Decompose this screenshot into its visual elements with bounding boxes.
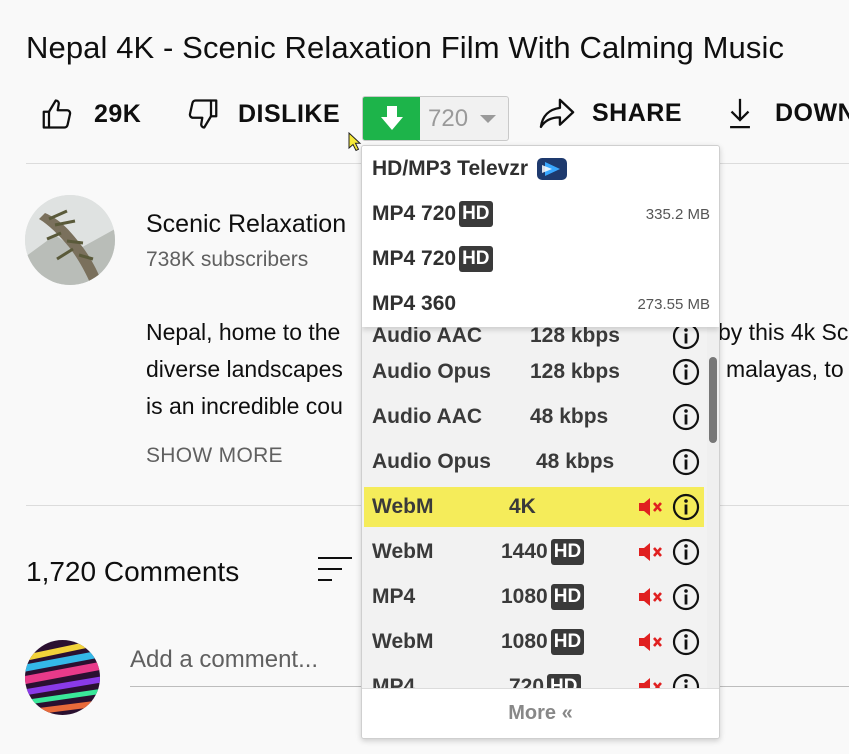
- format-name: WebM: [372, 540, 434, 563]
- channel-avatar[interactable]: [25, 195, 115, 285]
- format-quality: 128 kbps: [530, 324, 620, 347]
- option-label: MP4 360: [372, 292, 457, 315]
- download-dropdown: Audio AAC 128 kbps Audio Opus 128 kbps A…: [361, 145, 720, 739]
- caret-down-icon: [480, 114, 497, 123]
- muted-speaker-icon: [639, 498, 662, 516]
- show-more-button[interactable]: SHOW MORE: [146, 444, 283, 468]
- format-name: MP4: [372, 585, 416, 608]
- format-quality: 48 kbps: [536, 450, 615, 473]
- sort-icon[interactable]: [316, 552, 356, 586]
- description-text: is an incredible cou: [146, 393, 343, 419]
- colorful-streaks-image: [25, 640, 100, 715]
- televzr-option[interactable]: HD/MP3 Televzr: [372, 149, 710, 189]
- format-quality: 48 kbps: [530, 405, 609, 428]
- format-option[interactable]: Audio AAC 48 kbps: [364, 397, 704, 437]
- subscriber-count: 738K subscribers: [146, 248, 309, 271]
- format-list: Audio AAC 128 kbps Audio Opus 128 kbps A…: [362, 316, 707, 688]
- format-name: Audio Opus: [372, 360, 491, 383]
- thumbs-down-icon: [188, 99, 218, 129]
- info-icon[interactable]: [672, 358, 700, 386]
- format-option[interactable]: WebM 1080 HD: [364, 622, 704, 662]
- format-option[interactable]: MP4 720 HD: [364, 667, 704, 688]
- info-icon[interactable]: [672, 583, 700, 611]
- format-quality: 720: [509, 675, 545, 688]
- comment-input[interactable]: Add a comment...: [130, 646, 318, 674]
- downloader-download-button[interactable]: [363, 97, 420, 140]
- comments-count: 1,720 Comments: [26, 556, 240, 587]
- format-name: WebM: [372, 495, 434, 518]
- file-size: 273.55 MB: [637, 295, 710, 313]
- description-text: diverse landscapes: [146, 356, 343, 382]
- hd-badge: HD: [550, 584, 585, 610]
- download-icon: [730, 98, 750, 129]
- televzr-logo-icon: [537, 158, 567, 180]
- muted-speaker-icon: [639, 588, 662, 606]
- mouse-cursor-icon: [348, 132, 362, 152]
- info-icon[interactable]: [672, 493, 700, 521]
- share-button[interactable]: SHARE: [538, 96, 682, 130]
- hd-badge: HD: [547, 674, 581, 688]
- option-label: MP4 720: [372, 247, 457, 270]
- option-label: HD/MP3 Televzr: [372, 157, 528, 180]
- download-label: DOWN: [775, 98, 849, 127]
- mountain-tree-image: [25, 195, 115, 285]
- hd-badge: HD: [459, 201, 493, 227]
- format-name: WebM: [372, 630, 434, 653]
- like-count: 29K: [94, 99, 142, 128]
- format-quality: 1080: [501, 630, 548, 653]
- format-option[interactable]: Audio Opus 128 kbps: [364, 352, 704, 392]
- info-icon[interactable]: [672, 448, 700, 476]
- format-name: Audio AAC: [372, 324, 483, 347]
- info-icon[interactable]: [672, 403, 700, 431]
- quick-download-options: HD/MP3 Televzr MP4 720 HD 335.2 MB MP4 7…: [362, 146, 719, 327]
- muted-speaker-icon: [639, 633, 662, 651]
- format-option[interactable]: MP4 1080 HD: [364, 577, 704, 617]
- file-size: 335.2 MB: [645, 205, 710, 223]
- video-title: Nepal 4K - Scenic Relaxation Film With C…: [26, 30, 785, 65]
- format-quality: 4K: [509, 495, 536, 518]
- format-name: MP4: [372, 675, 416, 688]
- description-text: Nepal, home to the: [146, 319, 341, 345]
- download-button[interactable]: DOWN: [727, 96, 849, 130]
- hd-badge: HD: [459, 246, 493, 272]
- share-label: SHARE: [592, 98, 683, 127]
- dropdown-scrollbar[interactable]: [707, 327, 719, 688]
- format-name: Audio AAC: [372, 405, 483, 428]
- format-name: Audio Opus: [372, 450, 491, 473]
- hd-badge: HD: [550, 629, 585, 655]
- quality-value: 720: [428, 104, 469, 132]
- channel-name[interactable]: Scenic Relaxation: [146, 210, 346, 239]
- format-option[interactable]: WebM 1440 HD: [364, 532, 704, 572]
- mp4-720-option[interactable]: MP4 720 HD: [372, 239, 710, 279]
- description-text: by this 4k Sc: [718, 319, 849, 345]
- mp4-720-option[interactable]: MP4 720 HD 335.2 MB: [372, 194, 710, 234]
- dislike-label: DISLIKE: [238, 99, 341, 128]
- format-quality: 1080: [501, 585, 548, 608]
- muted-speaker-icon: [639, 678, 662, 688]
- thumbs-up-icon: [42, 99, 72, 129]
- description-text: malayas, to: [726, 356, 844, 382]
- share-arrow-icon: [539, 98, 575, 129]
- dislike-button[interactable]: DISLIKE: [184, 96, 340, 132]
- format-quality: 128 kbps: [530, 360, 620, 383]
- scrollbar-thumb[interactable]: [709, 357, 717, 443]
- hd-badge: HD: [550, 539, 585, 565]
- user-avatar: [25, 640, 100, 715]
- info-icon[interactable]: [672, 538, 700, 566]
- mp4-360-option[interactable]: MP4 360 273.55 MB: [372, 284, 710, 324]
- like-button[interactable]: 29K: [40, 96, 141, 132]
- info-icon[interactable]: [672, 628, 700, 656]
- format-option[interactable]: Audio Opus 48 kbps: [364, 442, 704, 482]
- quality-select[interactable]: 720: [420, 97, 508, 140]
- muted-speaker-icon: [639, 543, 662, 561]
- format-quality: 1440: [501, 540, 548, 563]
- more-button[interactable]: More «: [362, 688, 719, 738]
- download-arrow-icon: [380, 105, 403, 130]
- downloader-widget[interactable]: 720: [362, 96, 509, 141]
- format-option-selected[interactable]: WebM 4K: [364, 487, 704, 527]
- option-label: MP4 720: [372, 202, 457, 225]
- info-icon[interactable]: [672, 673, 700, 688]
